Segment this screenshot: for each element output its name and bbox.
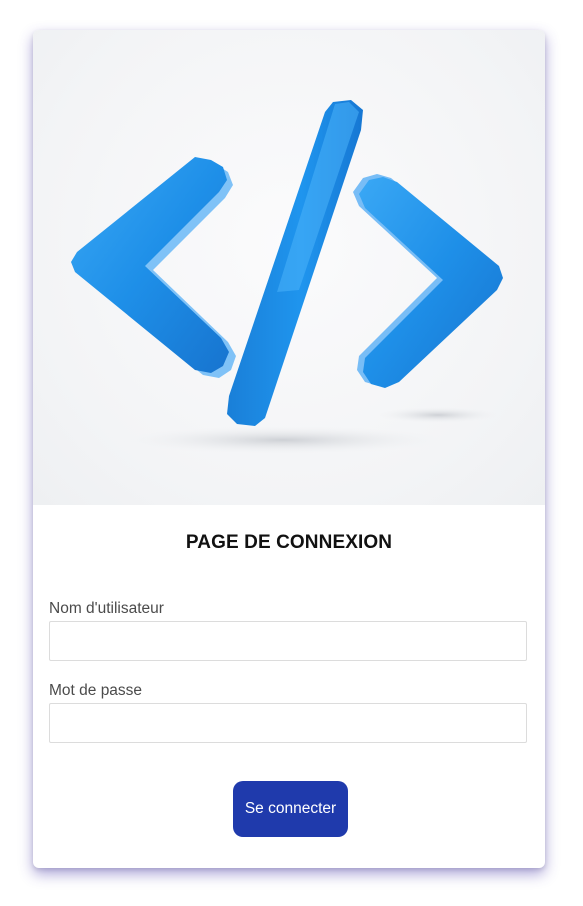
left-chevron-shape [71, 157, 236, 378]
login-button[interactable]: Se connecter [233, 781, 348, 837]
right-chevron-shape [353, 174, 503, 388]
code-brackets-icon [71, 100, 503, 454]
username-label: Nom d'utilisateur [49, 600, 164, 617]
hero-image [33, 30, 545, 505]
page-title: PAGE DE CONNEXION [185, 532, 393, 553]
login-card: PAGE DE CONNEXION Nom d'utilisateur Mot … [33, 30, 545, 868]
floor-shadow [123, 426, 443, 454]
slash-shape [227, 100, 363, 426]
password-field[interactable] [49, 703, 527, 743]
password-label: Mot de passe [49, 682, 143, 699]
floor-shadow-right [378, 407, 498, 423]
username-field[interactable] [49, 621, 527, 661]
